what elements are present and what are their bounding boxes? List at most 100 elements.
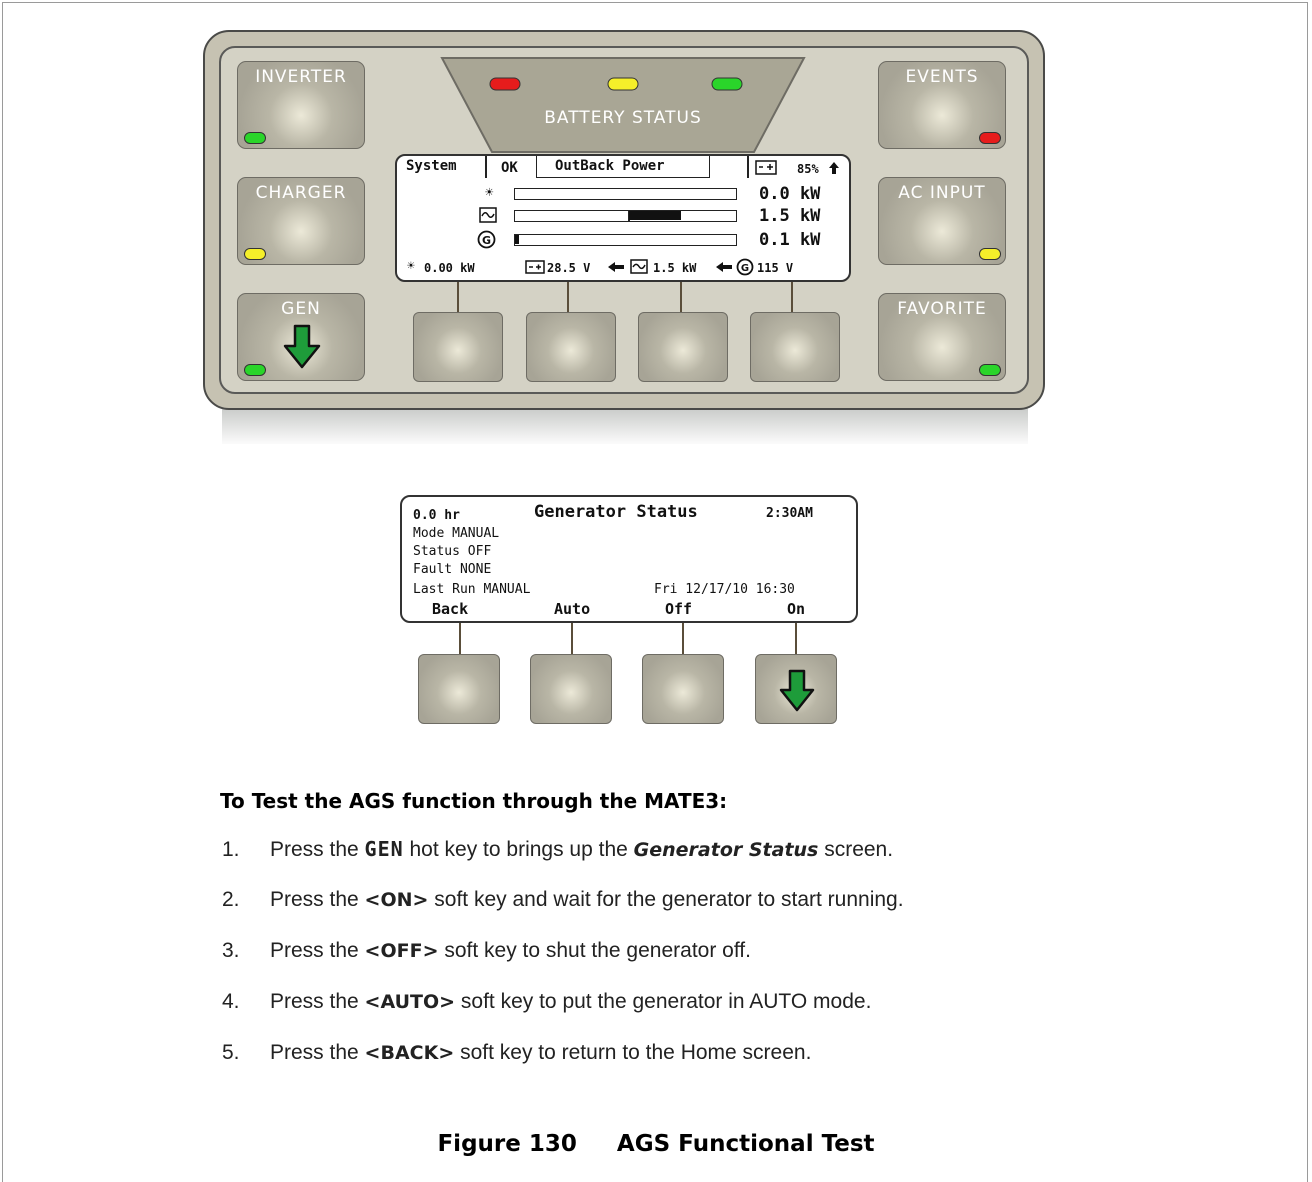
ac-wave-icon [479, 207, 497, 223]
step-text: soft key to put the generator in AUTO mo… [455, 990, 872, 1013]
ac-input-label: AC INPUT [898, 183, 986, 203]
screen-name: Generator Status [633, 839, 819, 861]
generator-bar [514, 234, 737, 246]
down-arrow-icon [283, 324, 321, 369]
softkey-name: <ON> [364, 889, 429, 911]
step-text: Press the [270, 939, 365, 962]
softkey-name: <AUTO> [364, 991, 456, 1013]
down-arrow-icon [779, 669, 815, 712]
step-text: screen. [818, 838, 894, 861]
panel-softkey-2[interactable] [526, 312, 616, 382]
figure-title: AGS Functional Test [616, 1131, 875, 1157]
favorite-led [979, 364, 1001, 376]
step-number: 2. [222, 888, 240, 911]
svg-text:G: G [741, 263, 749, 274]
auto-softkey[interactable] [530, 654, 612, 724]
step-text: Press the [270, 888, 365, 911]
sun-icon: ☀ [485, 185, 494, 201]
inverter-bar [514, 209, 737, 222]
home-lcd-screen: System OK OutBack Power 85% ☀ 0.0 kW 1.5… [395, 154, 851, 282]
gen-hours: 0.0 hr [413, 508, 460, 523]
step-text: Press the [270, 1041, 365, 1064]
charger-hotkey[interactable]: CHARGER [237, 177, 365, 265]
step-text: soft key and wait for the generator to s… [428, 888, 904, 911]
ac-input-hotkey[interactable]: AC INPUT [878, 177, 1006, 265]
footer-battery-v: 28.5 V [547, 261, 591, 275]
up-arrow-icon [829, 162, 839, 174]
footer-generator-icon: G [736, 258, 754, 276]
step-3: 3. Press the <OFF> soft key to shut the g… [222, 939, 751, 963]
off-softkey[interactable] [642, 654, 724, 724]
gen-last-run-date: Fri 12/17/10 16:30 [654, 582, 795, 597]
battery-status-label: BATTERY STATUS [544, 108, 702, 128]
solar-kw: 0.0 kW [759, 184, 821, 204]
step-number: 1. [222, 838, 240, 861]
gen-mode: Mode MANUAL [413, 526, 500, 541]
battery-status-panel [440, 57, 806, 153]
step-number: 5. [222, 1041, 240, 1064]
events-led [979, 132, 1001, 144]
step-5: 5. Press the <BACK> soft key to return to… [222, 1041, 811, 1065]
panel-softkey-1[interactable] [413, 312, 503, 382]
solar-bar [514, 188, 737, 200]
gen-led [244, 364, 266, 376]
step-text: hot key to brings up the [403, 838, 634, 861]
step-1: 1. Press the GEN hot key to brings up the… [222, 837, 893, 862]
footer-sun-icon: ☀ [407, 259, 415, 274]
favorite-hotkey[interactable]: FAVORITE [878, 293, 1006, 381]
events-hotkey[interactable]: EVENTS [878, 61, 1006, 149]
gen-time: 2:30AM [766, 506, 813, 521]
footer-solar-kw: 0.00 kW [424, 261, 475, 275]
battery-led-yellow [607, 77, 639, 91]
gen-status: Status OFF [413, 544, 492, 559]
instructions-heading: To Test the AGS function through the MAT… [220, 789, 728, 813]
step-text: Press the [270, 838, 365, 861]
back-softkey[interactable] [418, 654, 500, 724]
figure-number: Figure 130 [437, 1131, 577, 1157]
charger-led [244, 248, 266, 260]
panel-softkey-4[interactable] [750, 312, 840, 382]
generator-status-screen: 0.0 hr Generator Status 2:30AM Mode MANU… [400, 495, 858, 623]
inverter-led [244, 132, 266, 144]
gen-softkey-label-auto: Auto [554, 600, 591, 618]
footer-inverter-kw: 1.5 kW [653, 261, 697, 275]
gen-label: GEN [281, 299, 321, 319]
svg-text:G: G [482, 234, 491, 247]
brand-label: OutBack Power [555, 158, 665, 174]
step-text: soft key to shut the generator off. [438, 939, 751, 962]
gen-last-run: Last Run MANUAL [413, 582, 531, 597]
ac-input-led [979, 248, 1001, 260]
gen-title: Generator Status [534, 502, 698, 522]
tab-ok: OK [501, 160, 518, 176]
inverter-bar-fill [629, 211, 681, 220]
tab-system: System [406, 158, 457, 174]
left-arrow-icon-2 [716, 262, 732, 272]
footer-battery-icon [525, 260, 545, 274]
generator-icon: G [477, 230, 496, 249]
charger-label: CHARGER [255, 183, 347, 203]
footer-ac-wave-icon [630, 259, 648, 274]
panel-softkey-3[interactable] [638, 312, 728, 382]
softkey-name: <BACK> [364, 1042, 455, 1064]
footer-gen-v: 115 V [757, 261, 794, 275]
gen-hotkey[interactable]: GEN [237, 293, 365, 381]
gen-key-glyph: GEN [364, 837, 404, 861]
step-2: 2. Press the <ON> soft key and wait for t… [222, 888, 904, 912]
figure-caption: Figure 130 AGS Functional Test [0, 1131, 1312, 1157]
step-text: soft key to return to the Home screen. [454, 1041, 812, 1064]
step-number: 3. [222, 939, 240, 962]
battery-led-red [489, 77, 521, 91]
step-4: 4. Press the <AUTO> soft key to put the g… [222, 990, 871, 1014]
gen-softkey-label-on: On [787, 600, 806, 618]
events-label: EVENTS [905, 67, 979, 87]
inverter-label: INVERTER [255, 67, 347, 87]
inverter-hotkey[interactable]: INVERTER [237, 61, 365, 149]
battery-percent: 85% [797, 162, 819, 176]
on-softkey[interactable] [755, 654, 837, 724]
gen-softkey-label-back: Back [432, 600, 469, 618]
gen-softkey-label-off: Off [665, 600, 693, 618]
generator-kw: 0.1 kW [759, 230, 821, 250]
softkey-name: <OFF> [364, 940, 439, 962]
gen-fault: Fault NONE [413, 562, 492, 577]
panel-shadow [222, 408, 1028, 444]
